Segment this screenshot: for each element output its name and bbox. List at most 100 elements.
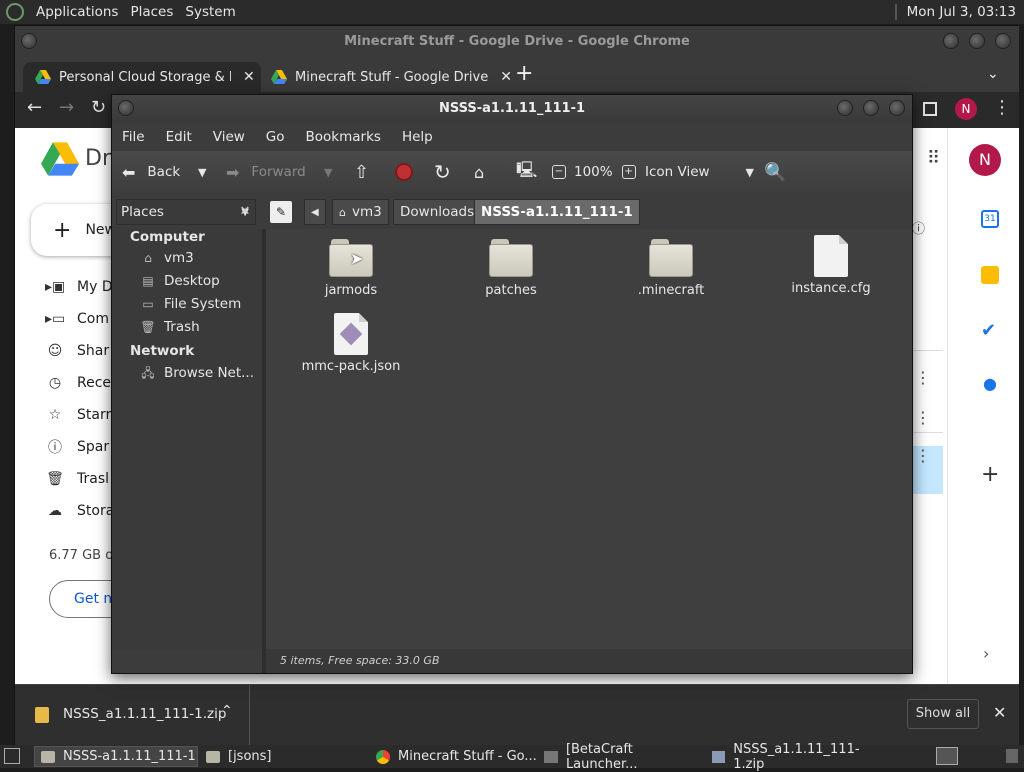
menu-view[interactable]: View [213,129,245,145]
trash-applet-icon[interactable] [1006,749,1018,763]
info-icon[interactable]: ⓘ [912,218,925,237]
close-tab-icon[interactable]: ✕ [500,69,512,85]
zoom-in-icon[interactable]: + [621,165,636,179]
back-history-dropdown-icon[interactable]: ▼ [198,151,206,193]
applications-menu[interactable]: Applications [30,4,124,20]
back-button[interactable]: ⬅ Back [122,151,180,193]
view-mode-select[interactable]: Icon View ▼ [645,151,754,193]
tab-minecraft-stuff[interactable]: Minecraft Stuff - Google Drive ✕ [271,62,512,92]
chrome-icon [376,749,390,764]
menu-edit[interactable]: Edit [166,129,192,145]
drive-nav-recent[interactable]: ◷ Rece [45,368,111,398]
task-jsons[interactable]: [jsons] [200,746,364,767]
workspace-switcher[interactable] [936,747,958,765]
fm-title-bar[interactable]: NSSS-a1.1.11_111-1 [112,95,912,123]
download-filename[interactable]: NSSS_a1.1.11_111-1.zip [63,706,226,722]
fm-window-menu-button[interactable] [118,100,134,116]
expand-panel-chevron-icon[interactable]: › [983,644,989,663]
keep-icon[interactable] [981,266,999,284]
drive-nav-shared[interactable]: ☺ Shar [45,336,109,366]
nav-label: My D [77,279,113,295]
file-item-instance-cfg[interactable]: instance.cfg [776,235,886,296]
menu-file[interactable]: File [122,129,145,145]
more-options-icon[interactable]: ⋮ [915,368,945,394]
maximize-button[interactable] [969,33,985,49]
desktop-icon: ▤ [142,274,154,288]
places-menu[interactable]: Places [124,4,179,20]
chrome-menu-icon[interactable]: ⋮ [993,97,1011,118]
close-tab-icon[interactable]: ✕ [243,69,255,85]
menu-help[interactable]: Help [402,129,433,145]
computer-icon[interactable]: 🖳 [516,151,537,193]
task-betacraft[interactable]: [BetaCraft Launcher... [538,742,708,772]
fm-minimize-button[interactable] [837,100,853,116]
menu-bookmarks[interactable]: Bookmarks [306,129,381,145]
add-addon-icon[interactable]: + [981,462,999,487]
drive-nav-storage[interactable]: ☁ Stora [45,496,114,526]
task-archive[interactable]: NSSS_a1.1.11_111-1.zip [706,742,882,772]
forward-arrow-icon[interactable]: → [59,97,74,118]
task-file-manager[interactable]: NSSS-a1.1.11_111-1 [34,746,198,767]
system-logo-icon[interactable] [6,3,24,21]
drive-nav-spam[interactable]: ⓘ Spar [45,432,109,462]
clock[interactable]: Mon Jul 3, 03:13 [907,4,1016,20]
path-crumb-downloads[interactable]: Downloads [393,199,482,225]
forward-button[interactable]: ➡ Forward [226,151,306,193]
path-crumb-current[interactable]: NSSS-a1.1.11_111-1 [474,199,640,225]
download-options-chevron-icon[interactable]: ⌃ [221,703,233,719]
close-downloads-icon[interactable]: ✕ [993,703,1006,722]
fm-maximize-button[interactable] [863,100,879,116]
split-view-icon[interactable] [923,102,937,116]
file-item-minecraft[interactable]: .minecraft [616,239,726,298]
path-crumb-vm3[interactable]: ⌂ vm3 [332,199,389,225]
selected-row-highlight[interactable]: ⋮ [913,446,943,494]
zoom-control[interactable]: − 100% + [552,151,636,193]
close-window-button[interactable] [995,33,1011,49]
drive-nav-trash[interactable]: 🗑 Trasl [45,464,109,494]
search-icon[interactable]: 🔍 [764,151,786,193]
path-scroll-right-icon[interactable]: ▶ [606,205,613,215]
place-trash[interactable]: 🗑 Trash [140,316,199,338]
fm-icon-view: jarmods patches .minecraft instance.cfg … [266,229,912,649]
forward-history-dropdown-icon[interactable]: ▼ [324,151,332,193]
path-scroll-left-icon[interactable]: ◀ [304,199,326,225]
file-item-jarmods[interactable]: jarmods [296,239,406,298]
drive-nav-computers[interactable]: ▸▭ Com [45,304,109,334]
place-browse-network[interactable]: 🖧 Browse Net... [140,362,254,384]
drive-nav-my-drive[interactable]: ▸▣ My D [45,272,113,302]
file-item-mmc-pack[interactable]: mmc-pack.json [296,313,406,374]
show-all-button[interactable]: Show all [907,699,979,729]
fm-close-button[interactable] [889,100,905,116]
window-menu-button[interactable] [21,33,37,49]
apps-grid-icon[interactable]: ⠿ [927,148,940,169]
back-arrow-icon[interactable]: ← [27,97,42,118]
home-icon[interactable]: ⌂ [474,151,484,193]
place-file-system[interactable]: ▭ File System [140,293,241,315]
menu-go[interactable]: Go [266,129,285,145]
place-desktop[interactable]: ▤ Desktop [140,270,219,292]
task-chrome[interactable]: Minecraft Stuff - Go... [370,746,538,767]
drive-nav-starred[interactable]: ☆ Starr [45,400,112,430]
place-vm3[interactable]: ⌂ vm3 [140,247,194,269]
new-tab-button[interactable]: + [515,62,533,86]
tasks-icon[interactable]: ✔ [981,320,996,341]
show-desktop-icon[interactable] [4,748,20,764]
calendar-icon[interactable]: 31 [981,210,999,228]
profile-avatar[interactable]: N [955,98,977,120]
file-name: instance.cfg [791,281,871,296]
location-edit-icon[interactable]: ✎ [270,201,292,223]
minimize-button[interactable] [943,33,959,49]
chrome-title-bar[interactable]: Minecraft Stuff - Google Drive - Google … [15,26,1019,58]
close-sidebar-icon[interactable]: ✕ [234,201,256,223]
zoom-out-icon[interactable]: − [552,165,566,179]
stop-icon[interactable] [395,151,413,193]
reload-icon[interactable]: ↻ [91,97,106,118]
system-menu[interactable]: System [179,4,241,20]
more-options-icon[interactable]: ⋮ [915,408,945,434]
contacts-icon[interactable]: ● [983,374,997,393]
tab-personal-cloud[interactable]: Personal Cloud Storage & File ✕ [23,62,261,92]
file-item-patches[interactable]: patches [456,239,566,298]
tab-search-chevron-icon[interactable]: ⌄ [987,66,999,82]
reload-icon[interactable]: ↻ [434,151,451,193]
up-arrow-icon[interactable]: ⇧ [354,151,369,193]
